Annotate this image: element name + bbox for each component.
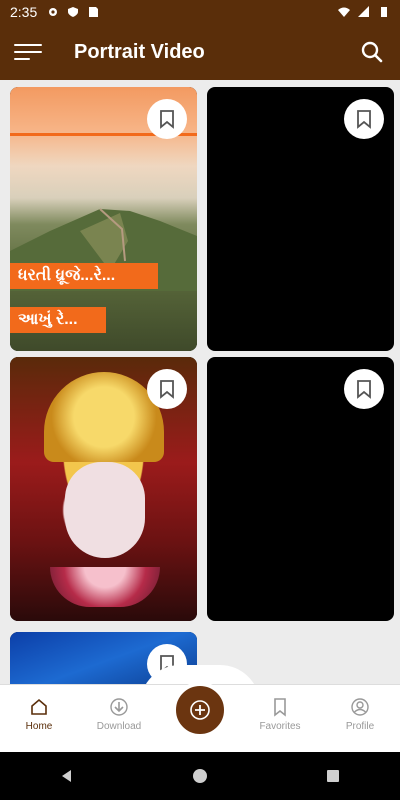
system-navigation-bar bbox=[0, 752, 400, 800]
settings-icon bbox=[49, 8, 58, 16]
app-bar: Portrait Video bbox=[0, 24, 400, 80]
menu-icon bbox=[14, 39, 42, 65]
nav-home-label: Home bbox=[25, 721, 53, 732]
wifi-icon bbox=[338, 7, 350, 17]
video-card[interactable] bbox=[207, 357, 394, 621]
status-left-icons bbox=[47, 6, 99, 18]
status-bar: 2:35 bbox=[0, 0, 400, 24]
page-title: Portrait Video bbox=[74, 40, 205, 63]
signal-icon bbox=[358, 6, 369, 17]
video-caption-line1: ધરતી ધ્રૂજે...રે... bbox=[10, 263, 158, 289]
back-icon[interactable] bbox=[59, 768, 75, 784]
search-button[interactable] bbox=[344, 24, 400, 80]
video-card[interactable]: ધરતી ધ્રૂજે...રે... આખું રે... bbox=[10, 87, 197, 351]
video-caption-line2: આખું રે... bbox=[10, 307, 106, 333]
nav-download[interactable]: Download bbox=[84, 697, 154, 732]
nav-favorites-label: Favorites bbox=[259, 721, 301, 732]
video-card[interactable] bbox=[207, 87, 394, 351]
sd-card-icon bbox=[89, 7, 99, 17]
home-icon bbox=[31, 698, 47, 715]
nav-profile[interactable]: Profile bbox=[325, 697, 395, 732]
shield-icon bbox=[68, 7, 79, 17]
video-grid: ધરતી ધ્રૂજે...રે... આખું રે... bbox=[0, 80, 400, 684]
video-card[interactable] bbox=[10, 357, 197, 621]
bookmark-icon bbox=[357, 380, 371, 399]
nav-profile-label: Profile bbox=[345, 721, 375, 732]
nav-home[interactable]: Home bbox=[4, 697, 74, 732]
bookmark-icon bbox=[160, 380, 174, 399]
search-icon bbox=[361, 41, 383, 63]
bookmark-button[interactable] bbox=[147, 99, 187, 139]
profile-icon bbox=[351, 698, 369, 716]
status-right-icons bbox=[338, 6, 390, 18]
bookmark-icon bbox=[357, 110, 371, 129]
bookmark-button[interactable] bbox=[344, 369, 384, 409]
download-icon bbox=[110, 698, 128, 716]
thumbnail-face bbox=[65, 462, 145, 558]
bookmark-button[interactable] bbox=[344, 99, 384, 139]
menu-button[interactable] bbox=[0, 24, 56, 80]
bookmark-icon bbox=[160, 110, 174, 129]
recents-icon[interactable] bbox=[325, 768, 341, 784]
add-icon bbox=[190, 700, 210, 720]
status-time: 2:35 bbox=[10, 4, 38, 20]
battery-icon bbox=[381, 7, 387, 17]
nav-favorites[interactable]: Favorites bbox=[245, 697, 315, 732]
bookmark-button[interactable] bbox=[147, 369, 187, 409]
nav-download-label: Download bbox=[96, 721, 142, 732]
bookmark-icon bbox=[274, 698, 286, 717]
home-circle-icon[interactable] bbox=[192, 768, 208, 784]
add-button[interactable] bbox=[172, 682, 228, 738]
